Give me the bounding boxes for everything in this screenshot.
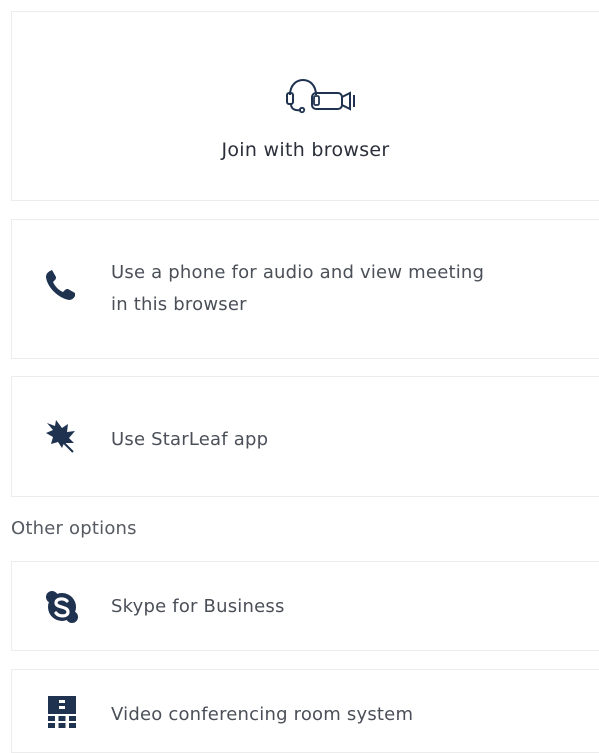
skype-for-business-label: Skype for Business: [111, 596, 285, 617]
phone-icon: [46, 270, 75, 300]
phone-audio-label-line1: Use a phone for audio and view meeting: [111, 262, 485, 283]
join-with-browser-option[interactable]: Join with browser: [11, 11, 599, 201]
phone-audio-label-line2: in this browser: [111, 294, 247, 315]
starleaf-app-option[interactable]: Use StarLeaf app: [11, 376, 599, 497]
starleaf-app-label: Use StarLeaf app: [111, 429, 269, 450]
room-system-icon: [48, 696, 76, 728]
headset-camera-icon: [286, 79, 355, 114]
skype-icon: [46, 591, 78, 623]
phone-audio-option[interactable]: Use a phone for audio and view meeting i…: [11, 219, 599, 359]
video-room-system-label: Video conferencing room system: [111, 704, 414, 725]
join-options-page: Join with browser Use a phone for audio …: [0, 0, 599, 753]
starleaf-icon: [46, 420, 75, 453]
skype-for-business-option[interactable]: Skype for Business: [11, 561, 599, 651]
video-room-system-option[interactable]: Video conferencing room system: [11, 669, 599, 753]
join-with-browser-label: Join with browser: [221, 139, 390, 161]
other-options-heading: Other options: [11, 518, 137, 539]
